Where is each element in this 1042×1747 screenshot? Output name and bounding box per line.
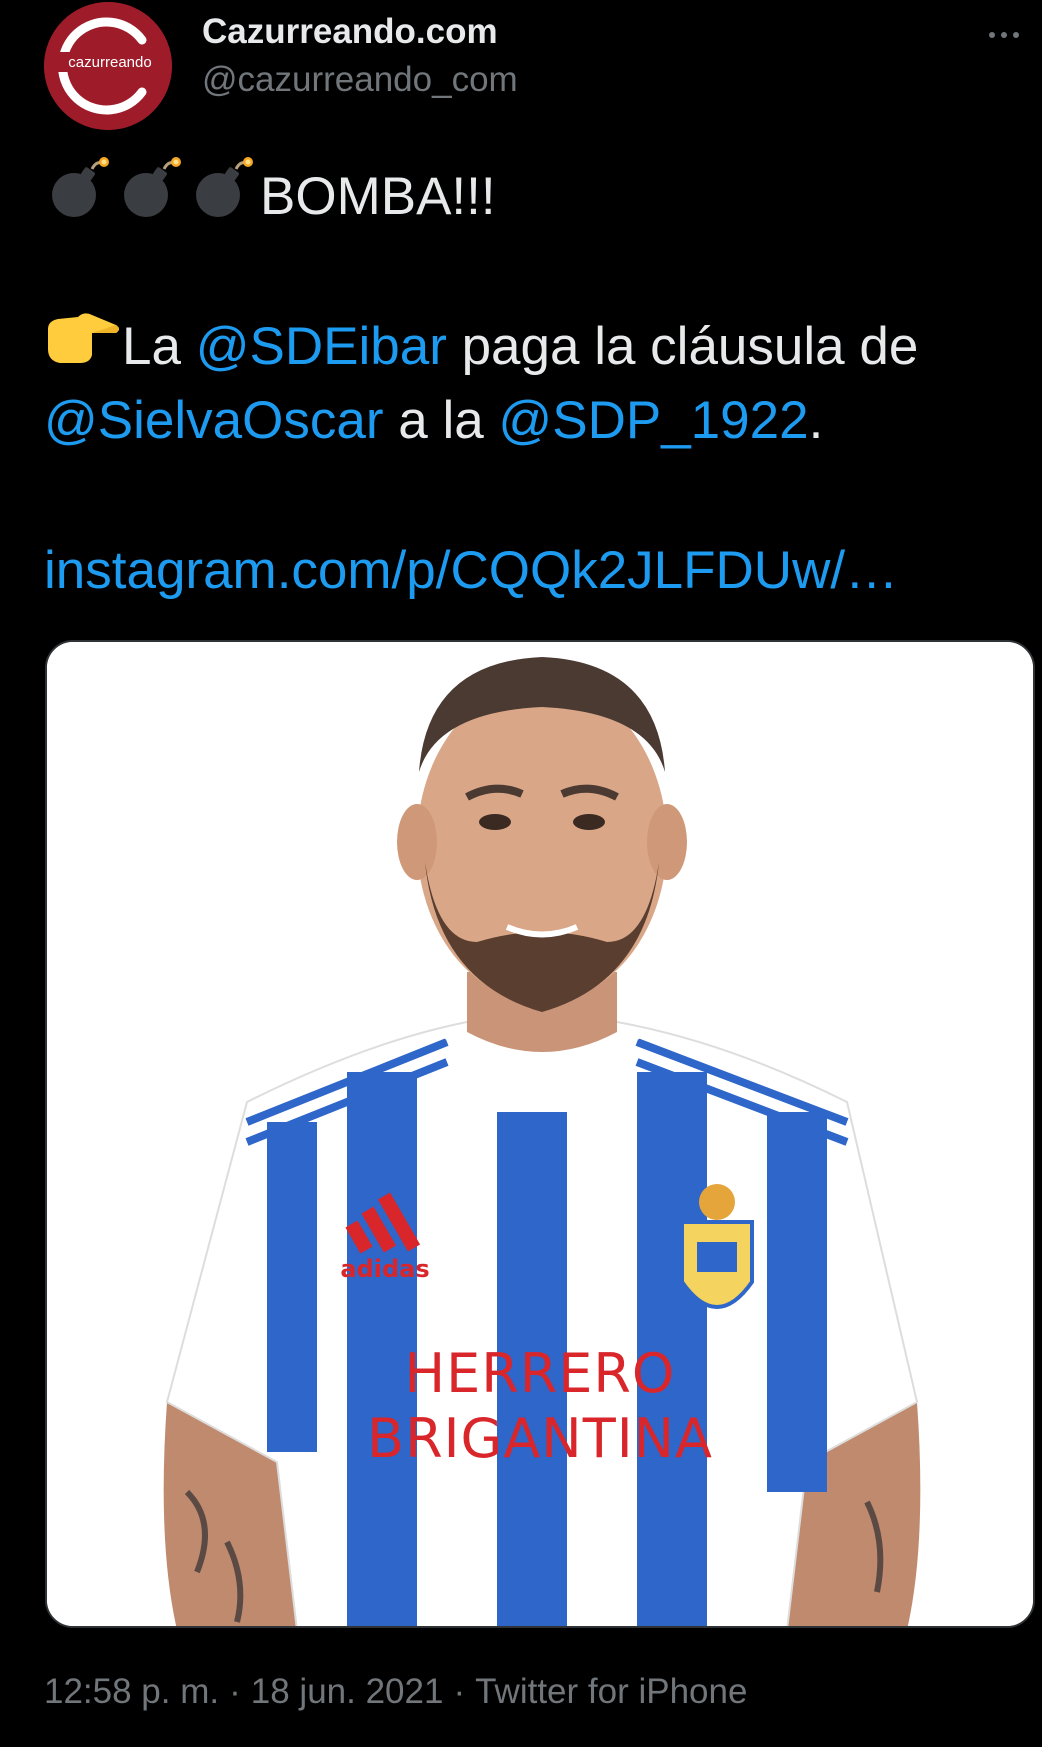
more-horizontal-icon [1001,32,1007,38]
more-options-button[interactable] [980,18,1028,52]
tweet-line-3-end: . [808,391,824,450]
meta-separator: · [229,1672,241,1711]
tweet-source[interactable]: Twitter for iPhone [475,1672,747,1712]
tweet-line-2-prefix: La [122,317,196,376]
tweet-line-3: @SielvaOscar a la @SDP_1922 . [44,384,1024,458]
player-photo: adidas [47,642,1033,1626]
tweet-line-1-text: BOMBA!!! [260,167,496,226]
tweet: cazurreando Cazurreando.com @cazurreando… [0,0,1042,1747]
jersey-brand-text: adidas [340,1255,429,1283]
more-horizontal-icon [989,32,995,38]
sponsor-line-2: BRIGANTINA [367,1407,713,1470]
author-handle[interactable]: @cazurreando_com [202,58,518,102]
mention-sdeibar-link[interactable]: @SDEibar [196,310,447,384]
more-horizontal-icon [1013,32,1019,38]
author-block: Cazurreando.com @cazurreando_com [202,10,518,102]
bomb-icon [188,155,260,239]
tweet-date[interactable]: 18 jun. 2021 [251,1672,444,1712]
mention-sdp1922-link[interactable]: @SDP_1922 [498,384,808,458]
tweet-line-4: instagram.com/p/CQQk2JLFDUw/… [44,534,1024,608]
avatar-label: cazurreando [68,54,151,71]
sponsor-line-1: HERRERO [404,1342,676,1405]
instagram-link[interactable]: instagram.com/p/CQQk2JLFDUw/… [44,534,898,608]
mention-sielvaoscar-link[interactable]: @SielvaOscar [44,384,384,458]
tweet-text: BOMBA!!! La @SDEibar paga la cláusula de… [44,157,1024,608]
avatar[interactable]: cazurreando [44,2,172,130]
tweet-line-2: La @SDEibar paga la cláusula de [44,310,1024,384]
tweet-media-photo[interactable]: adidas HERRERO BRIGANTINA [45,640,1035,1628]
bomb-icon [116,155,188,239]
tweet-line-3-middle: a la [383,391,499,450]
tweet-time[interactable]: 12:58 p. m. [44,1672,219,1712]
tweet-line-2-suffix: paga la cláusula de [446,317,919,376]
backhand-index-pointing-right-icon [44,307,122,387]
meta-separator: · [453,1672,466,1711]
tweet-meta: 12:58 p. m. · 18 jun. 2021 · Twitter for iPh… [44,1672,747,1712]
bomb-icon [44,155,116,239]
author-display-name[interactable]: Cazurreando.com [202,10,518,54]
tweet-line-1: BOMBA!!! [44,157,1024,234]
cazurreando-logo-icon: cazurreando [44,2,172,130]
